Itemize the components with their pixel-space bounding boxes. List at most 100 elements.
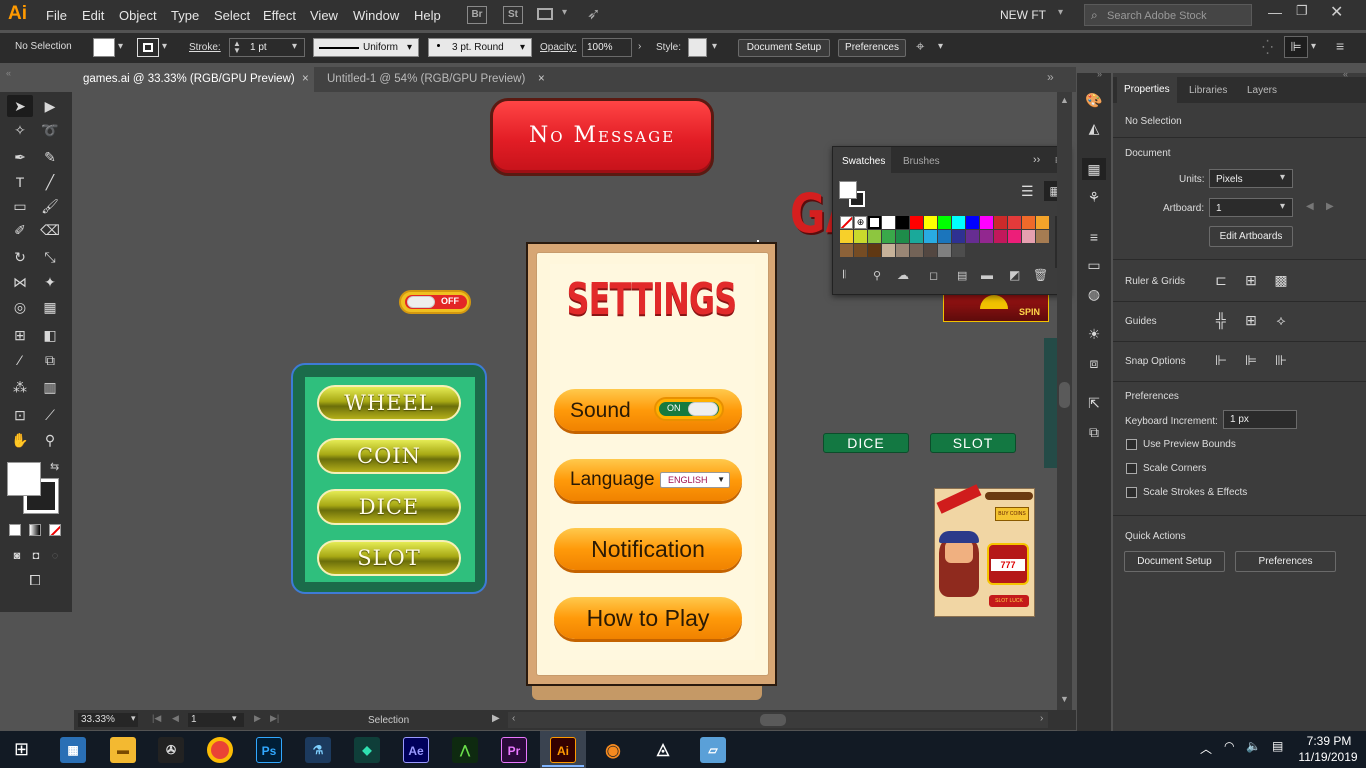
- arrange-documents-icon[interactable]: [537, 8, 553, 20]
- zoom-field[interactable]: 33.33%: [78, 713, 138, 727]
- tab-untitled[interactable]: Untitled-1 @ 54% (RGB/GPU Preview) ×: [318, 67, 554, 92]
- sound-toggle-on[interactable]: ON: [654, 397, 724, 421]
- gradient-tool-icon[interactable]: ◧: [40, 325, 60, 345]
- workspace-chevron-icon[interactable]: ▾: [1058, 7, 1063, 18]
- file-explorer-icon[interactable]: ▬: [110, 737, 136, 763]
- tab-swatches[interactable]: Swatches: [833, 147, 891, 173]
- swatch-cell[interactable]: [910, 216, 923, 229]
- transparency-grid-icon[interactable]: ▩: [1271, 270, 1291, 290]
- width-tool-icon[interactable]: ⋈: [10, 272, 30, 292]
- curvature-tool-icon[interactable]: ✎: [40, 147, 60, 167]
- color-mode-icon[interactable]: [9, 524, 21, 536]
- swatch-cell[interactable]: [924, 230, 937, 243]
- pen-tool-icon[interactable]: ✒: [10, 147, 30, 167]
- horizontal-scrollbar[interactable]: ‹ ›: [508, 712, 1048, 728]
- tab-properties[interactable]: Properties: [1117, 77, 1177, 103]
- swatch-fill[interactable]: [839, 181, 857, 199]
- menu-window[interactable]: Window: [353, 8, 399, 23]
- swatch-cell[interactable]: [994, 216, 1007, 229]
- panel-toggle-chevron-icon[interactable]: ▾: [1311, 41, 1316, 52]
- tab-layers[interactable]: Layers: [1247, 81, 1277, 101]
- close-icon[interactable]: ✕: [1330, 2, 1343, 22]
- horizontal-scroll-thumb[interactable]: [760, 714, 786, 726]
- next-artboard-icon[interactable]: ▶: [254, 713, 261, 724]
- gradient-mode-icon[interactable]: [29, 524, 41, 536]
- swatch-cell[interactable]: [854, 244, 867, 257]
- selection-tool-icon[interactable]: ➤: [10, 96, 30, 116]
- swatch-white[interactable]: [868, 216, 881, 229]
- dice-button[interactable]: DICE: [317, 489, 461, 525]
- grid-icon[interactable]: ⊞: [1241, 270, 1261, 290]
- cloud-icon[interactable]: ☁: [897, 268, 909, 282]
- panel-toggle-icon[interactable]: ⊫: [1284, 36, 1308, 58]
- graphic-style-swatch[interactable]: [688, 38, 707, 57]
- swatch-libraries-icon[interactable]: 𝄃: [843, 269, 845, 282]
- clock-time[interactable]: 7:39 PM: [1300, 734, 1358, 748]
- paintbrush-tool-icon[interactable]: 🖌: [40, 196, 60, 216]
- game-thumbnail[interactable]: BUY COINS 777 SLOT LUCK: [934, 484, 1035, 617]
- quick-preferences-button[interactable]: Preferences: [1235, 551, 1336, 572]
- export-panel-icon[interactable]: ⇱: [1084, 393, 1104, 413]
- how-to-play-button[interactable]: How to Play: [554, 597, 742, 639]
- swatch-cell[interactable]: [910, 230, 923, 243]
- menu-object[interactable]: Object: [119, 8, 157, 23]
- zoom-tool-icon[interactable]: ⚲: [40, 430, 60, 450]
- draw-inside-icon[interactable]: ◌: [45, 546, 65, 566]
- scale-tool-icon[interactable]: ⤡: [40, 247, 60, 267]
- language-select[interactable]: ENGLISH ▼: [660, 472, 730, 488]
- keyboard-icon[interactable]: ▤: [1272, 739, 1283, 753]
- wheel-button[interactable]: WHEEL: [317, 385, 461, 421]
- swatches-panel-icon[interactable]: ▦: [1084, 159, 1104, 179]
- delete-icon[interactable]: 🗑: [1033, 268, 1048, 282]
- opacity-label[interactable]: Opacity:: [540, 42, 577, 53]
- unity-icon[interactable]: ◬: [650, 737, 676, 763]
- swatch-cell[interactable]: [896, 216, 909, 229]
- none-mode-icon[interactable]: [49, 524, 61, 536]
- scale-strokes-checkbox[interactable]: [1126, 487, 1137, 498]
- restore-icon[interactable]: ❐: [1296, 3, 1308, 19]
- blend-tool-icon[interactable]: ⧉: [40, 350, 60, 370]
- swatch-cell[interactable]: [840, 244, 853, 257]
- style-chevron-icon[interactable]: ▾: [712, 41, 717, 52]
- document-setup-button[interactable]: Document Setup: [738, 39, 830, 57]
- opacity-chevron-icon[interactable]: ›: [638, 41, 641, 52]
- type-tool-icon[interactable]: T: [10, 172, 30, 192]
- wifi-icon[interactable]: ◠: [1224, 739, 1234, 753]
- graphing-app-icon[interactable]: ⋀: [452, 737, 478, 763]
- notification-button[interactable]: Notification: [554, 528, 742, 570]
- swatch-cell[interactable]: [938, 244, 951, 257]
- control-menu-icon[interactable]: ≡: [1336, 38, 1344, 54]
- snap-to-glyph-icon[interactable]: ⊪: [1271, 350, 1291, 370]
- swatch-cell[interactable]: [952, 216, 965, 229]
- align-chevron-icon[interactable]: ▾: [938, 41, 943, 52]
- tab-libraries[interactable]: Libraries: [1189, 81, 1227, 101]
- swatch-none[interactable]: [840, 216, 853, 229]
- filmora-icon[interactable]: ◆: [354, 737, 380, 763]
- vertical-scrollbar[interactable]: ▲ ▼: [1057, 92, 1072, 710]
- rectangle-tool-icon[interactable]: ▭: [10, 196, 30, 216]
- swatch-cell[interactable]: [1022, 230, 1035, 243]
- artboards-panel-icon[interactable]: ⧉: [1084, 422, 1104, 442]
- swatch-registration[interactable]: ⊕: [854, 216, 867, 229]
- perspective-grid-tool-icon[interactable]: ▦: [40, 297, 60, 317]
- swatch-cell[interactable]: [882, 244, 895, 257]
- brush-definition[interactable]: 3 pt. Round ▾: [428, 38, 532, 57]
- artboard-tool-icon[interactable]: ⊡: [10, 405, 30, 425]
- next-artboard-icon[interactable]: ▶: [1326, 201, 1334, 212]
- menu-effect[interactable]: Effect: [263, 8, 296, 23]
- variable-width-profile[interactable]: Uniform ▾: [313, 38, 419, 57]
- stroke-weight-chevron-icon[interactable]: ▾: [292, 41, 297, 52]
- swatch-cell[interactable]: [896, 230, 909, 243]
- swatch-cell[interactable]: [980, 230, 993, 243]
- after-effects-icon[interactable]: Ae: [403, 737, 429, 763]
- color-group-icon[interactable]: ▤: [957, 269, 967, 282]
- new-swatch-icon[interactable]: ◩: [1009, 268, 1020, 282]
- volume-icon[interactable]: 🔈: [1246, 739, 1261, 753]
- guides-icon[interactable]: ╬: [1211, 310, 1231, 330]
- no-message-button[interactable]: No Message: [490, 98, 714, 176]
- lasso-tool-icon[interactable]: ➰: [40, 120, 60, 140]
- swatch-cell[interactable]: [952, 244, 965, 257]
- slot-button[interactable]: SLOT: [317, 540, 461, 576]
- draw-normal-icon[interactable]: ◙: [7, 546, 27, 566]
- collapse-toolbar-icon[interactable]: «: [6, 68, 11, 78]
